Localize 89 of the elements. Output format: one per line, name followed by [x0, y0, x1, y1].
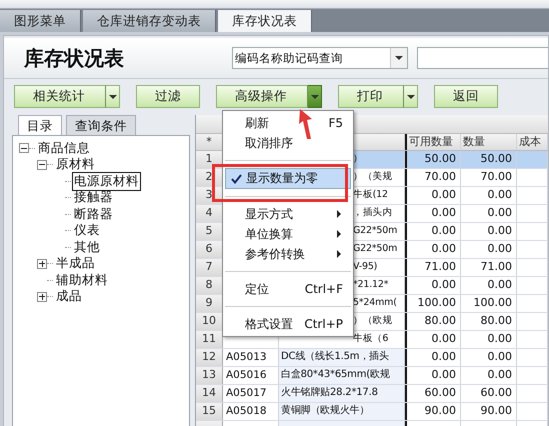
table-cell: G22*50m: [353, 243, 398, 254]
column-header[interactable]: 数量: [461, 134, 517, 150]
table-cell: 70.00: [461, 169, 517, 186]
table-cell: 5*24mm(: [353, 297, 397, 308]
toolbar-button[interactable]: 返回: [434, 85, 498, 108]
table-cell: DC线（线长1.5m，插头: [279, 349, 405, 366]
menu-item[interactable]: 格式设置 Ctrl+P: [225, 314, 351, 334]
table-cell: V-95): [353, 261, 378, 272]
table-cell: 80.00: [461, 313, 517, 330]
row-number: 7: [196, 259, 223, 276]
table-row[interactable]: 12 A05013 DC线（线长1.5m，插头 0.00 0.00: [196, 349, 548, 367]
table-cell: G22*50m: [353, 225, 398, 236]
menu-item[interactable]: 显示方式: [225, 204, 351, 224]
menu-item[interactable]: 取消排序: [225, 133, 351, 153]
table-cell: *21.12*: [353, 279, 388, 290]
column-header: *: [196, 134, 223, 150]
table-cell: 牛板（6: [353, 333, 388, 344]
table-cell: 0.00: [461, 241, 517, 258]
dropdown-button[interactable]: [308, 85, 322, 108]
table-cell: 0.00: [461, 331, 517, 348]
table-cell: 0.00: [461, 187, 517, 204]
table-cell: 0.00: [461, 205, 517, 222]
document-tab[interactable]: 库存状况表: [218, 10, 312, 32]
menu-item[interactable]: 显示数量为零: [225, 168, 351, 189]
row-number: 6: [196, 241, 223, 258]
table-cell: 90.00: [461, 403, 517, 420]
table-cell: 火牛铭牌贴28.2*17.8: [279, 385, 405, 402]
table-cell: ）（欧规: [353, 315, 392, 326]
submenu-arrow-icon: [337, 230, 341, 238]
tree-item[interactable]: 商品信息: [36, 138, 92, 158]
document-tab[interactable]: 仓库进销存变动表: [83, 10, 216, 32]
submenu-arrow-icon: [337, 250, 341, 258]
row-number: 11: [196, 331, 223, 348]
menu-item[interactable]: 刷新 F5: [225, 113, 351, 133]
expander-icon[interactable]: [37, 292, 47, 302]
row-number: 9: [196, 295, 223, 312]
table-cell: 50.00: [461, 151, 517, 168]
expander-icon[interactable]: [37, 160, 47, 170]
search-field[interactable]: [417, 47, 548, 69]
table-cell: 0.00: [461, 277, 517, 294]
toolbar-button[interactable]: 相关统计: [14, 85, 106, 108]
toolbar-button[interactable]: 高级操作: [216, 85, 308, 108]
table-cell: 60.00: [461, 385, 517, 402]
table-row[interactable]: 14 A05017 火牛铭牌贴28.2*17.8 60.00 60.00: [196, 385, 548, 403]
row-number: 13: [196, 367, 223, 384]
submenu-arrow-icon: [337, 210, 341, 218]
toolbar-button[interactable]: 过滤: [136, 85, 200, 108]
panel-tab[interactable]: 查询条件: [66, 115, 136, 135]
table-cell: ）: [353, 153, 363, 164]
table-cell: 0.00: [461, 223, 517, 240]
table-cell: 黄铜脚（欧规火牛）: [279, 403, 405, 420]
row-number: 4: [196, 205, 223, 222]
menu-item[interactable]: 单位换算: [225, 224, 351, 244]
tree-item[interactable]: 成品: [54, 287, 84, 306]
table-cell: ，插头内: [353, 207, 392, 218]
tree-item[interactable]: 原材料: [54, 155, 97, 174]
row-number: 10: [196, 313, 223, 330]
table-cell: 71.00: [461, 259, 517, 276]
dropdown-button[interactable]: [106, 85, 120, 108]
row-number: 14: [196, 385, 223, 402]
expander-icon[interactable]: [19, 143, 29, 154]
document-tab[interactable]: 图形菜单: [0, 10, 81, 32]
tree-item[interactable]: 断路器: [72, 204, 115, 224]
tree-item[interactable]: 电源原材料: [72, 172, 141, 191]
dropdown-button[interactable]: [404, 85, 418, 108]
column-header[interactable]: 成本: [517, 134, 548, 150]
caret-icon: [395, 56, 403, 60]
tree-item[interactable]: 仪表: [72, 221, 102, 240]
row-number: 15: [196, 403, 223, 420]
row-number: 12: [196, 349, 223, 366]
table-row[interactable]: 15 A05018 黄铜脚（欧规火牛） 90.00 90.00: [196, 403, 548, 421]
table-row[interactable]: 13 A05016 白盒80*43*65mm(欧规 0.00 0.00: [196, 367, 548, 385]
table-cell: ）（美规: [353, 171, 392, 182]
tree-item[interactable]: 其他: [72, 238, 102, 257]
toolbar-button[interactable]: 打印: [338, 85, 404, 108]
table-cell: 白盒80*43*65mm(欧规: [279, 367, 405, 384]
table-cell: 0.00: [461, 349, 517, 366]
query-combo[interactable]: 编码名称助记码查询: [232, 47, 408, 69]
expander-icon[interactable]: [37, 258, 47, 269]
row-number: 8: [196, 277, 223, 294]
table-cell: 0.00: [461, 367, 517, 384]
tree-item[interactable]: 接触器: [72, 188, 115, 208]
tree-item[interactable]: 辅助材料: [54, 270, 110, 290]
row-number: 5: [196, 223, 223, 240]
table-cell: 100.00: [461, 295, 517, 312]
tree-item[interactable]: 半成品: [54, 254, 97, 274]
panel-tab[interactable]: 目录: [18, 115, 62, 135]
report-title: 库存状况表: [24, 44, 125, 72]
table-cell: 牛板(12: [353, 189, 388, 200]
